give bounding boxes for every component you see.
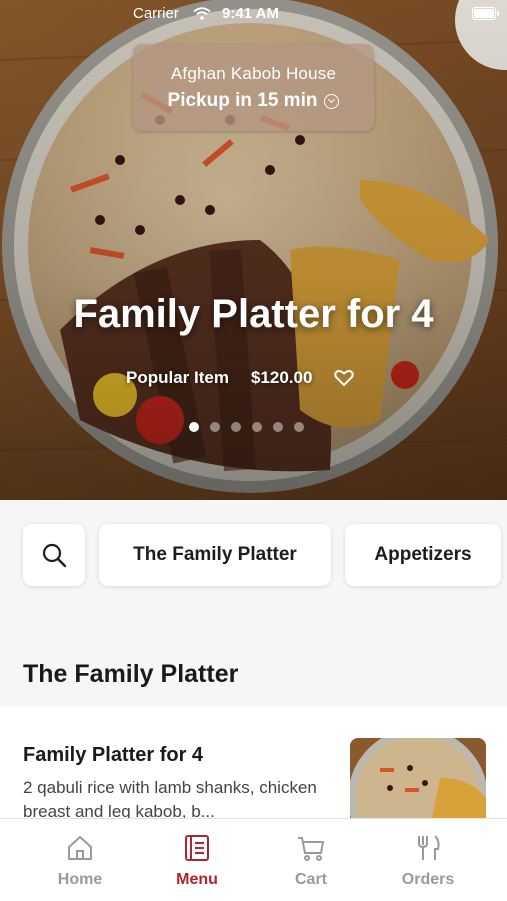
search-icon: [42, 543, 67, 568]
pickup-eta: Pickup in 15 min: [167, 90, 318, 111]
tab-orders[interactable]: Orders: [383, 833, 473, 889]
battery-icon: [472, 7, 499, 20]
carousel-dot[interactable]: [231, 422, 241, 432]
menu-item-name: Family Platter for 4: [23, 744, 204, 766]
tab-cart-label: Cart: [294, 871, 327, 888]
cart-icon: [298, 837, 325, 861]
restaurant-name: Afghan Kabob House: [170, 64, 337, 83]
wifi-icon: [193, 7, 211, 20]
home-icon: [68, 835, 92, 860]
search-button[interactable]: [23, 524, 85, 586]
tab-orders-label: Orders: [401, 871, 455, 888]
category-chip-family-platter[interactable]: The Family Platter: [99, 524, 331, 586]
status-bar: Carrier 9:41 AM: [0, 5, 507, 25]
hero-item-meta: Popular Item $120.00: [126, 368, 355, 388]
carousel-dot[interactable]: [294, 422, 304, 432]
section-title: The Family Platter: [23, 660, 239, 688]
menu-item-thumbnail: [350, 738, 486, 828]
hero-price: $120.00: [250, 368, 313, 387]
orders-icon: [418, 835, 440, 860]
hero-banner[interactable]: Carrier 9:41 AM Afghan Kabob House Picku…: [0, 0, 507, 500]
tab-home[interactable]: Home: [35, 833, 125, 889]
pickup-selector[interactable]: Afghan Kabob House Pickup in 15 min: [133, 44, 374, 131]
hero-item-title: Family Platter for 4: [73, 292, 434, 336]
tab-cart[interactable]: Cart: [266, 833, 356, 889]
menu-icon: [185, 835, 209, 861]
menu-item-card[interactable]: Family Platter for 4 2 qabuli rice with …: [0, 706, 507, 828]
tab-menu-label: Menu: [176, 871, 218, 888]
category-bar: The Family Platter Appetizers: [0, 500, 507, 610]
tab-bar: Home Menu Cart Orders: [0, 818, 507, 901]
tab-menu[interactable]: Menu: [152, 833, 242, 889]
carousel-dot[interactable]: [210, 422, 220, 432]
carrier-label: Carrier: [133, 5, 179, 22]
carousel-indicator[interactable]: [189, 422, 315, 432]
carousel-dot[interactable]: [252, 422, 262, 432]
category-chip-appetizers[interactable]: Appetizers: [345, 524, 501, 586]
popular-badge: Popular Item: [126, 368, 229, 387]
chevron-down-icon: [324, 93, 340, 109]
heart-icon[interactable]: [334, 369, 355, 387]
tab-home-label: Home: [57, 871, 103, 888]
carousel-dot[interactable]: [189, 422, 199, 432]
menu-item-description: 2 qabuli rice with lamb shanks, chicken …: [23, 778, 317, 821]
status-time: 9:41 AM: [222, 5, 279, 22]
carousel-dot[interactable]: [273, 422, 283, 432]
